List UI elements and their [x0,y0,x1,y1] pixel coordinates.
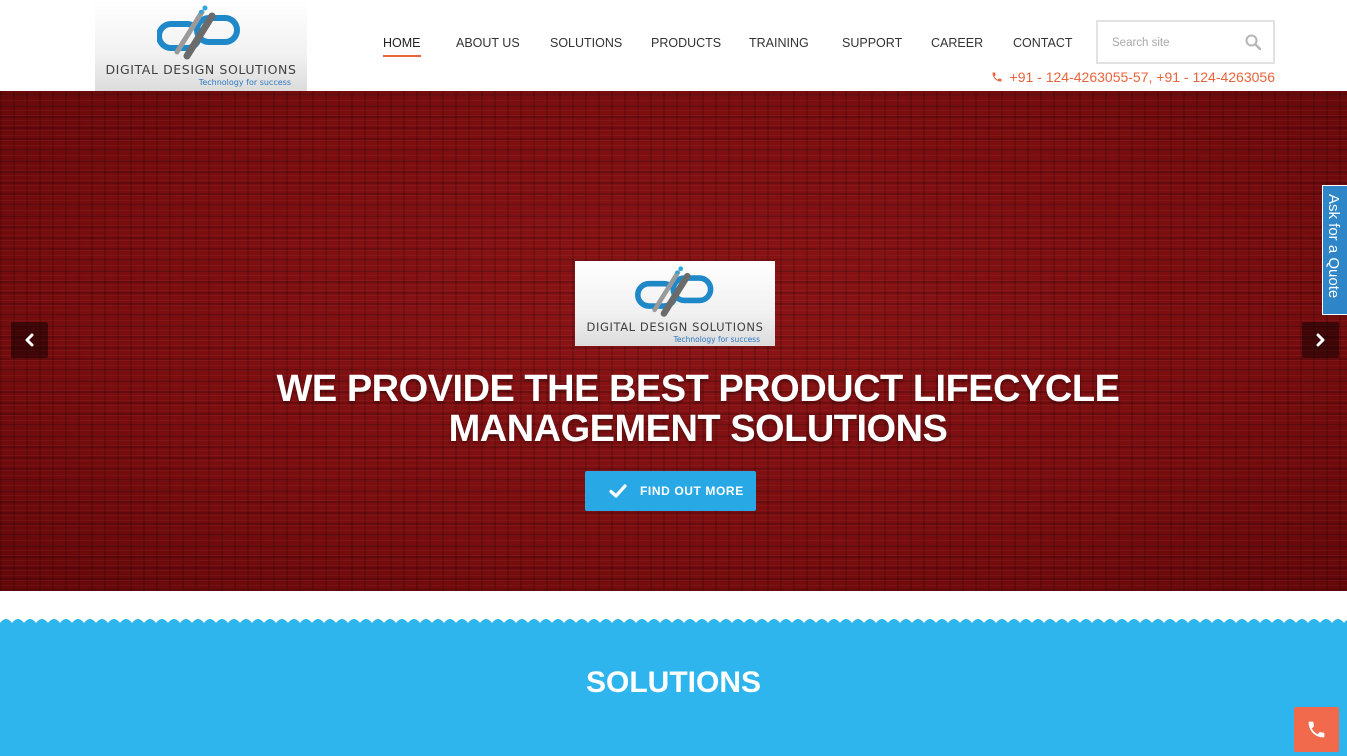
hero-heading-line-1: WE PROVIDE THE BEST PRODUCT LIFECYCLE [276,368,1120,410]
ask-for-quote-tab[interactable]: Ask for a Quote [1322,185,1347,315]
nav-solutions[interactable]: SOLUTIONS [550,36,622,50]
phone-text: +91 - 124-4263055-57, +91 - 124-4263056 [1009,69,1275,85]
logo-mark-icon [157,5,240,60]
logo-tagline: Technology for success [198,78,291,87]
nav-products[interactable]: PRODUCTS [651,36,721,50]
nav-home[interactable]: HOME [383,36,421,57]
logo-name: DIGITAL DESIGN SOLUTIONS [105,62,297,77]
nav-training[interactable]: TRAINING [749,36,809,50]
wave-divider [0,591,1347,631]
chevron-right-icon [1316,333,1325,347]
hero-logo-name: DIGITAL DESIGN SOLUTIONS [586,320,764,334]
nav-about-us[interactable]: ABOUT US [456,36,520,50]
nav-contact[interactable]: CONTACT [1013,36,1073,50]
phone-numbers: +91 - 124-4263055-57, +91 - 124-4263056 [991,69,1275,85]
find-out-more-label: FIND OUT MORE [640,484,744,498]
slider-next-button[interactable] [1302,322,1339,358]
hero-logo-tagline: Technology for success [673,335,760,344]
check-icon [609,484,627,498]
nav-support[interactable]: SUPPORT [842,36,902,50]
search-box [1096,20,1275,64]
nav-career[interactable]: CAREER [931,36,983,50]
solutions-section: SOLUTIONS [0,626,1347,756]
chevron-left-icon [25,333,34,347]
hero-logo: DIGITAL DESIGN SOLUTIONS Technology for … [575,261,775,346]
site-logo[interactable]: DIGITAL DESIGN SOLUTIONS Technology for … [95,0,307,91]
hero-heading: WE PROVIDE THE BEST PRODUCT LIFECYCLE MA… [200,369,1196,449]
phone-icon [992,72,1002,82]
call-button[interactable] [1294,707,1339,752]
solutions-title: SOLUTIONS [585,666,761,699]
slider-prev-button[interactable] [11,322,48,358]
logo-mark-icon [635,266,714,317]
ask-for-quote-label: Ask for a Quote [1325,194,1342,299]
site-header: DIGITAL DESIGN SOLUTIONS Technology for … [0,0,1347,91]
search-icon[interactable] [1245,34,1261,50]
find-out-more-button[interactable]: FIND OUT MORE [585,471,756,511]
hero-heading-line-2: MANAGEMENT SOLUTIONS [448,408,948,450]
phone-icon [1308,721,1325,738]
hero-slider: DIGITAL DESIGN SOLUTIONS Technology for … [0,91,1347,591]
search-input[interactable] [1112,34,1240,52]
